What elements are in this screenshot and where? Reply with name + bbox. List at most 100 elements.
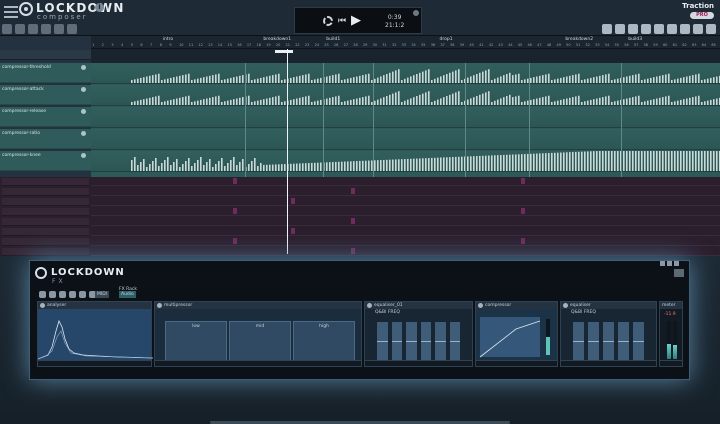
lane-toggle-icon[interactable] xyxy=(81,131,86,136)
automation-lane[interactable] xyxy=(91,85,720,106)
midi-track-header[interactable] xyxy=(2,218,89,226)
band-mid[interactable]: mid xyxy=(229,321,291,361)
eq-band-slider[interactable] xyxy=(603,322,614,362)
power-icon[interactable] xyxy=(157,303,162,308)
eq-band-slider[interactable] xyxy=(406,322,417,362)
midi-track-header[interactable] xyxy=(2,228,89,236)
midi-note[interactable] xyxy=(351,188,355,194)
power-icon[interactable] xyxy=(563,303,568,308)
maximize-icon[interactable] xyxy=(667,261,672,266)
section-label[interactable]: intro xyxy=(163,37,173,42)
midi-note[interactable] xyxy=(351,218,355,224)
track-tool-icon[interactable] xyxy=(67,24,77,34)
music-note-icon[interactable] xyxy=(628,24,638,34)
heart-icon[interactable] xyxy=(49,291,56,298)
export-icon[interactable] xyxy=(667,24,677,34)
loop-spinner-icon[interactable] xyxy=(323,16,333,26)
midi-track-header[interactable] xyxy=(2,248,89,256)
band-high[interactable]: high xyxy=(293,321,355,361)
midi-track-header[interactable] xyxy=(2,198,89,206)
help-icon[interactable] xyxy=(693,24,703,34)
eq-band-slider[interactable] xyxy=(435,322,446,362)
track-tool-icon[interactable] xyxy=(15,24,25,34)
minimize-icon[interactable] xyxy=(660,261,665,266)
close-icon[interactable] xyxy=(413,10,419,16)
power-icon[interactable] xyxy=(367,303,372,308)
midi-track-header[interactable] xyxy=(2,208,89,216)
info-icon[interactable]: i xyxy=(95,3,104,12)
lane-header-compressor-release[interactable]: compressor-release xyxy=(0,107,91,127)
midi-note[interactable] xyxy=(291,198,295,204)
section-label[interactable]: build1 xyxy=(326,37,340,42)
midi-row[interactable] xyxy=(91,237,720,246)
automation-lane[interactable] xyxy=(91,151,720,172)
midi-note[interactable] xyxy=(521,178,525,184)
keyboard-icon[interactable] xyxy=(654,24,664,34)
section-label[interactable]: breakdown2 xyxy=(565,37,593,42)
scissors-icon[interactable] xyxy=(602,24,612,34)
power-icon[interactable] xyxy=(39,291,46,298)
midi-tag[interactable]: MIDI xyxy=(95,291,110,298)
plugin-multipressor[interactable]: multipressor low mid high xyxy=(154,301,362,367)
section-label[interactable]: breakdown1 xyxy=(263,37,291,42)
midi-note[interactable] xyxy=(291,228,295,234)
lane-header-compressor-ratio[interactable]: compressor-ratio xyxy=(0,129,91,149)
eq-band-slider[interactable] xyxy=(449,322,460,362)
settings-icon[interactable] xyxy=(706,24,716,34)
lane-header-compressor-threshold[interactable]: compressor-threshold xyxy=(0,63,91,83)
section-label[interactable]: drop1 xyxy=(440,37,453,42)
track-tool-icon[interactable] xyxy=(2,24,12,34)
midi-note[interactable] xyxy=(521,238,525,244)
midi-row[interactable] xyxy=(91,207,720,216)
eq-band-slider[interactable] xyxy=(573,322,584,362)
pro-badge[interactable]: PRO xyxy=(690,12,714,19)
playhead-marker[interactable] xyxy=(275,50,293,53)
midi-track-header[interactable] xyxy=(2,238,89,246)
eq-band-slider[interactable] xyxy=(588,322,599,362)
timeline-ruler[interactable]: 1 2 3 4 5 6 7 8 9 10 11 12 13 14 15 16 17 18 19 20 21 22 23 24 2… xyxy=(91,36,720,49)
plugin-meter[interactable]: meter -11.9 xyxy=(659,301,683,367)
lane-header-compressor-attack[interactable]: compressor-attack xyxy=(0,85,91,105)
edit-icon[interactable] xyxy=(69,291,76,298)
power-icon[interactable] xyxy=(40,303,45,308)
grid-icon[interactable] xyxy=(615,24,625,34)
midi-note[interactable] xyxy=(351,248,355,254)
eq-band-slider[interactable] xyxy=(618,322,629,362)
grid-view-icon[interactable] xyxy=(674,269,684,277)
piano-icon[interactable] xyxy=(641,24,651,34)
plugin-compressor[interactable]: compressor xyxy=(475,301,558,367)
midi-row[interactable] xyxy=(91,227,720,236)
section-label[interactable]: build3 xyxy=(628,37,642,42)
band-low[interactable]: low xyxy=(165,321,227,361)
midi-row[interactable] xyxy=(91,187,720,196)
midi-track-header[interactable] xyxy=(2,188,89,196)
plugin-equaliser-01[interactable]: equaliser_01 Q&Bl FREQ xyxy=(364,301,473,367)
midi-row[interactable] xyxy=(91,247,720,256)
automation-lane[interactable] xyxy=(91,107,720,128)
automation-lane[interactable] xyxy=(91,63,720,84)
skip-back-icon[interactable]: ⏮ xyxy=(338,16,346,26)
track-tool-icon[interactable] xyxy=(54,24,64,34)
folder-icon[interactable] xyxy=(59,291,66,298)
menu-icon[interactable] xyxy=(4,6,18,18)
track-tool-icon[interactable] xyxy=(41,24,51,34)
eq-band-slider[interactable] xyxy=(377,322,388,362)
mixer-icon[interactable] xyxy=(680,24,690,34)
close-icon[interactable] xyxy=(674,261,679,266)
midi-note[interactable] xyxy=(233,208,237,214)
eq-band-slider[interactable] xyxy=(633,322,644,362)
lane-header-compressor-knee[interactable]: compressor-knee xyxy=(0,151,91,171)
eq-band-slider[interactable] xyxy=(391,322,402,362)
track-header[interactable] xyxy=(0,50,91,60)
eq-band-slider[interactable] xyxy=(420,322,431,362)
midi-note[interactable] xyxy=(233,178,237,184)
automation-lane[interactable] xyxy=(91,129,720,150)
delete-icon[interactable] xyxy=(79,291,86,298)
midi-row[interactable] xyxy=(91,177,720,186)
track-tool-icon[interactable] xyxy=(28,24,38,34)
midi-note[interactable] xyxy=(521,208,525,214)
lane-toggle-icon[interactable] xyxy=(81,65,86,70)
midi-track-header[interactable] xyxy=(2,178,89,186)
audio-tag[interactable]: Audio xyxy=(119,291,136,298)
power-icon[interactable] xyxy=(478,303,483,308)
